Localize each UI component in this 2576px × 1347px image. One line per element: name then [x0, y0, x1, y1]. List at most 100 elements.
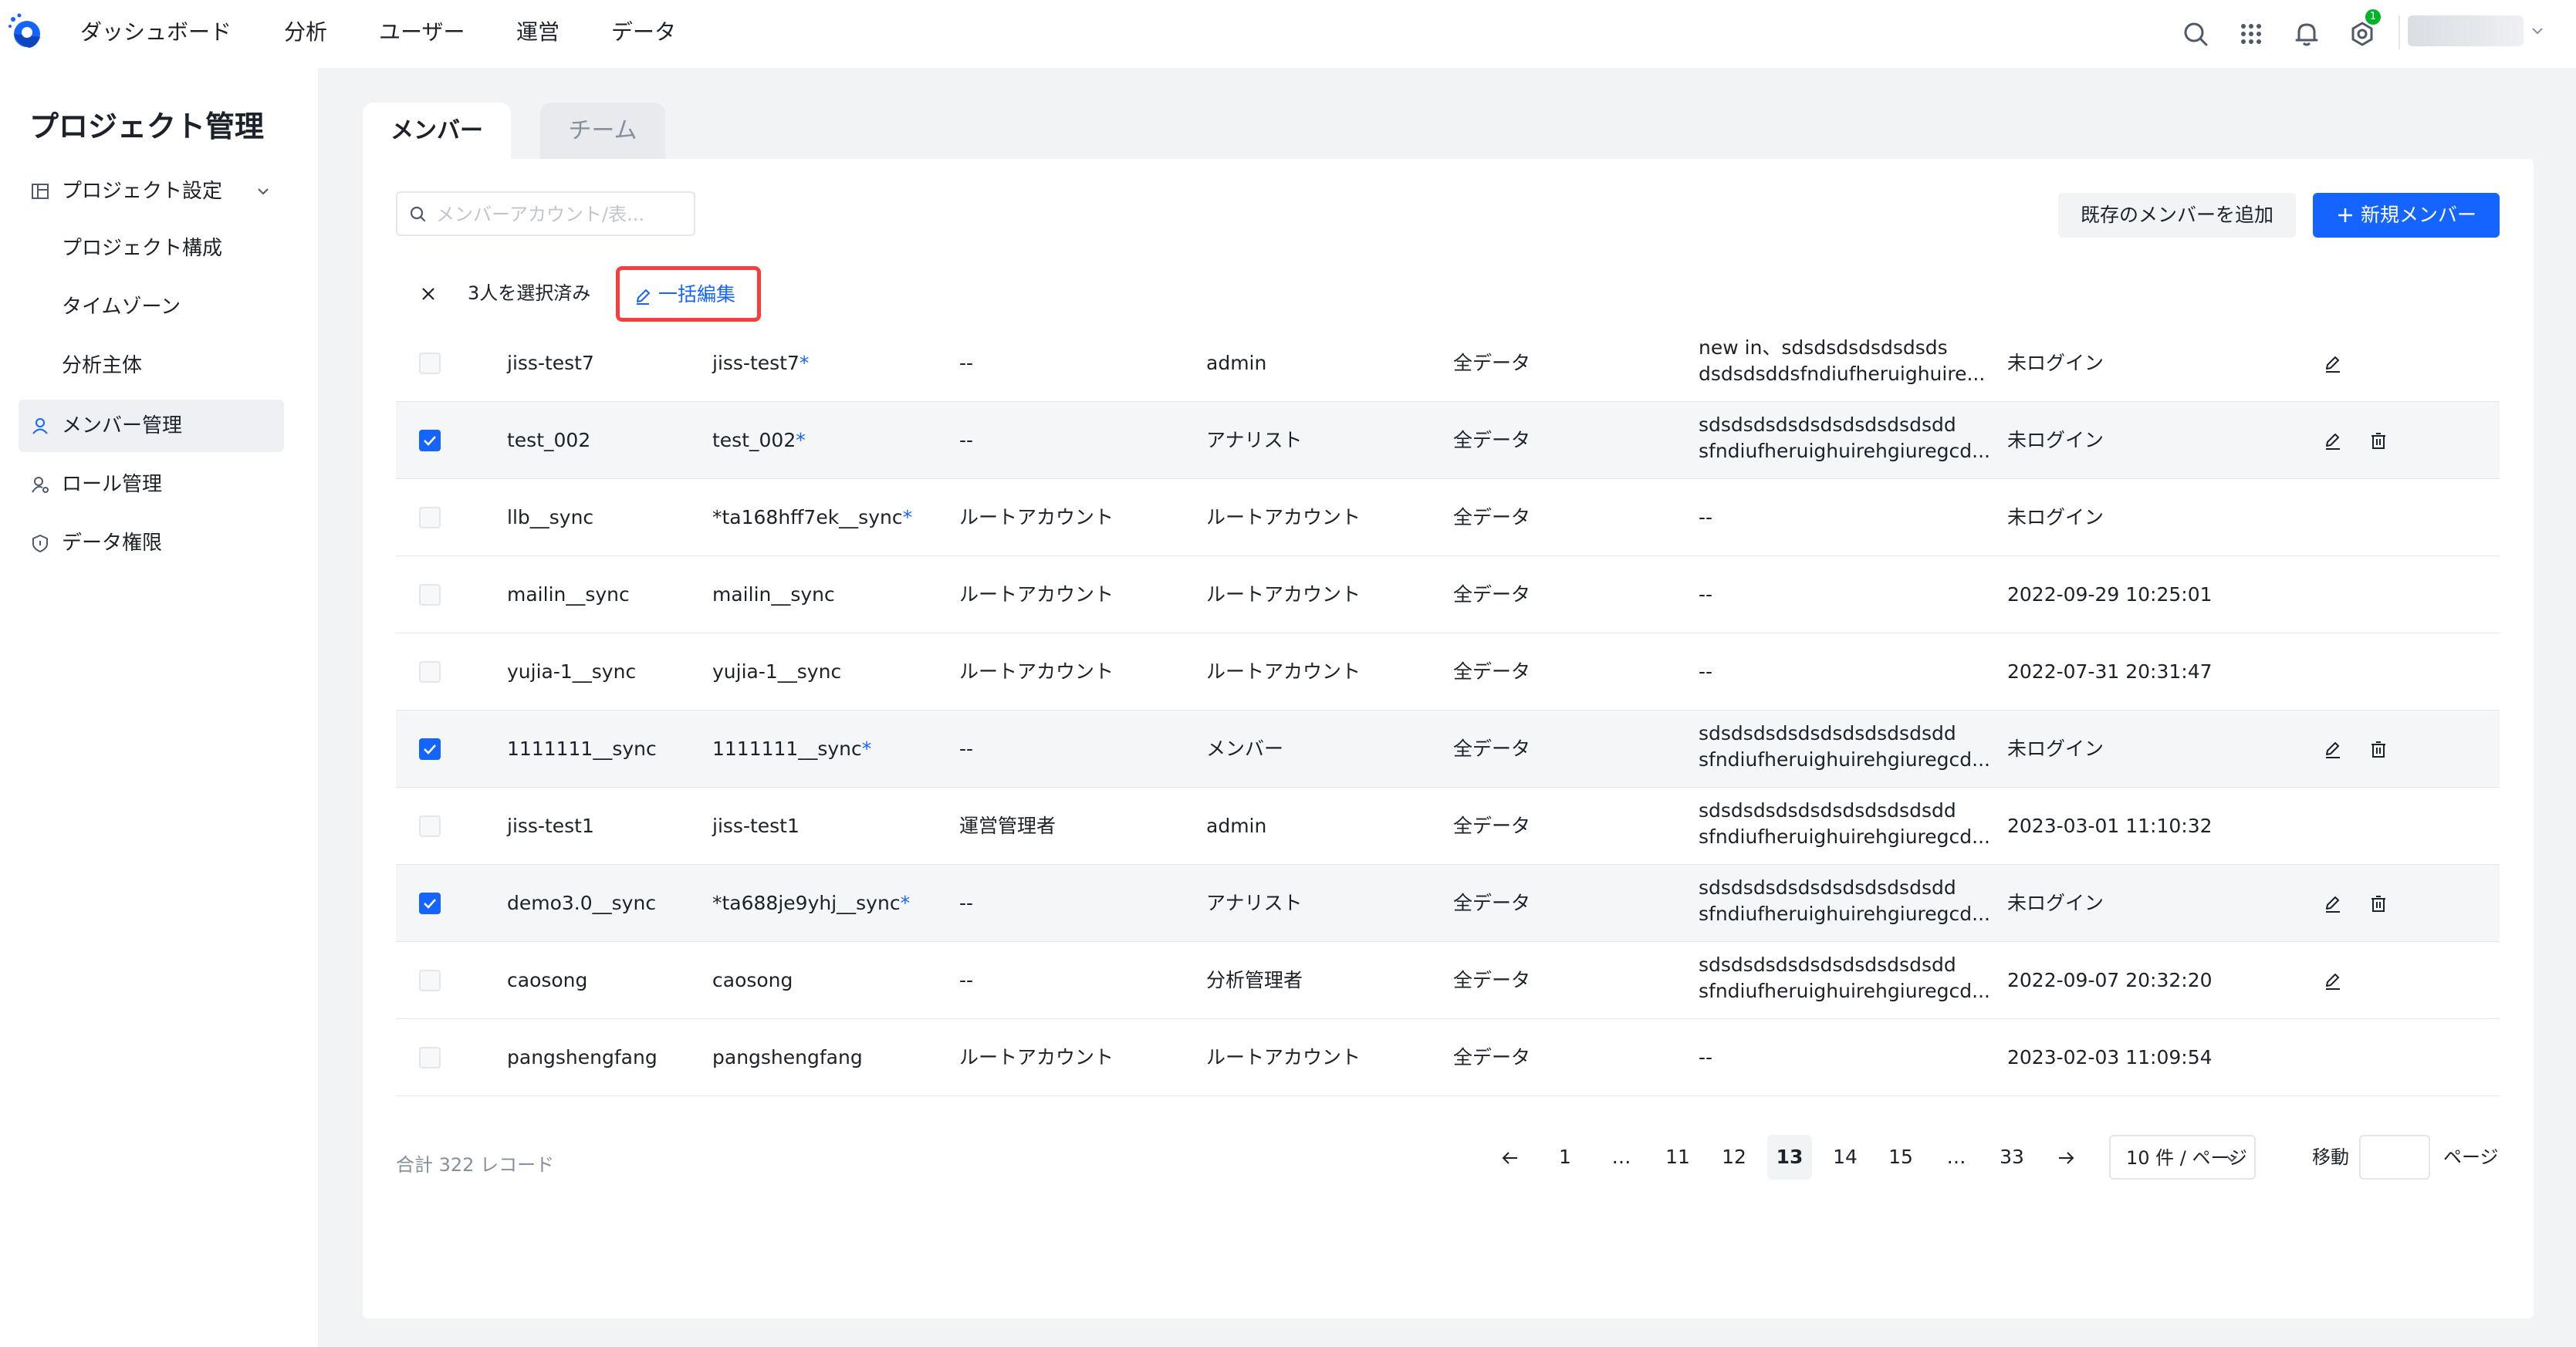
- remark-line: sfndiufheruighuirehgiuregcd...: [1699, 748, 1990, 771]
- edit-icon[interactable]: [2323, 894, 2343, 914]
- cell-name: caosong: [507, 969, 588, 991]
- row-checkbox[interactable]: [419, 507, 441, 528]
- cell-remark: --: [1699, 506, 1713, 528]
- remark-line: sdsdsdsdsdsdsdsdsdsdsdd: [1699, 954, 1956, 976]
- account-text: caosong: [712, 969, 793, 991]
- page-size-select[interactable]: 10 件 / ページ: [2109, 1135, 2256, 1180]
- cell-name: 1111111__sync: [507, 738, 657, 760]
- table-row: caosong caosong -- 分析管理者 全データ sdsdsdsdsdsdsds…: [396, 942, 2500, 1019]
- nav-dashboard[interactable]: ダッシュボード: [80, 17, 232, 48]
- cell-role: アナリスト: [1206, 429, 1303, 451]
- pagination-page[interactable]: 14: [1823, 1135, 1868, 1180]
- sidebar-item-project-settings[interactable]: プロジェクト設定: [19, 165, 284, 218]
- account-text: 1111111__sync: [712, 738, 862, 760]
- add-existing-member-button[interactable]: 既存のメンバーを追加: [2058, 193, 2296, 238]
- user-name-blurred[interactable]: [2408, 15, 2524, 46]
- nav-operations[interactable]: 運営: [516, 17, 559, 48]
- table-row: pangshengfang pangshengfang ルートアカウント ルートアカウ…: [396, 1019, 2500, 1096]
- app-logo-icon[interactable]: [6, 11, 45, 56]
- cell-remark: --: [1699, 1046, 1713, 1068]
- close-icon[interactable]: [418, 283, 439, 305]
- next-page-arrow-icon[interactable]: [2056, 1148, 2076, 1168]
- cell-account: jiss-test7*: [712, 349, 809, 377]
- row-checkbox[interactable]: [419, 661, 441, 683]
- row-checkbox[interactable]: [419, 430, 441, 451]
- cell-last-login: 2023-02-03 11:09:54: [2007, 1046, 2213, 1068]
- goto-page-input[interactable]: [2359, 1135, 2430, 1180]
- total-records: 合計 322 レコード: [396, 1154, 555, 1176]
- pagination-ellipsis[interactable]: …: [1934, 1135, 1979, 1180]
- cell-remark: --: [1699, 660, 1713, 683]
- pagination-page[interactable]: 1: [1543, 1135, 1587, 1180]
- edit-pen-icon: [634, 287, 652, 306]
- nav-analysis[interactable]: 分析: [284, 17, 327, 48]
- edit-icon[interactable]: [2323, 431, 2343, 451]
- chevron-down-icon[interactable]: [254, 182, 272, 201]
- cell-remark: sdsdsdsdsdsdsdsdsdsdsdd sfndiufheruighuir…: [1699, 798, 1990, 850]
- search-icon[interactable]: [2176, 15, 2215, 53]
- cell-column3: ルートアカウント: [959, 1046, 1114, 1068]
- tab-members[interactable]: メンバー: [363, 103, 511, 159]
- delete-trash-icon[interactable]: [2368, 431, 2388, 451]
- sidebar: プロジェクト管理 プロジェクト設定 プロジェクト構成 タイムゾーン 分析主体 メ…: [0, 68, 318, 1347]
- delete-trash-icon[interactable]: [2368, 740, 2388, 760]
- plus-icon: [2336, 206, 2355, 224]
- edit-icon[interactable]: [2323, 354, 2343, 374]
- new-member-label: 新規メンバー: [2361, 204, 2477, 226]
- cell-account: test_002*: [712, 427, 806, 454]
- row-checkbox[interactable]: [419, 738, 441, 760]
- cell-name: mailin__sync: [507, 583, 630, 606]
- cell-name: jiss-test7: [507, 352, 594, 374]
- pagination-page[interactable]: 13: [1767, 1135, 1812, 1180]
- nav-data[interactable]: データ: [611, 17, 676, 48]
- cell-name: test_002: [507, 429, 591, 451]
- sidebar-item-label: メンバー管理: [62, 414, 183, 437]
- selected-count: 3人を選択済み: [468, 282, 591, 304]
- sidebar-item-label: データ権限: [62, 532, 163, 555]
- remark-line: new in、sdsdsdsdsdsdsds: [1699, 336, 1948, 359]
- cell-last-login: 未ログイン: [2007, 892, 2104, 914]
- chevron-down-icon[interactable]: [2528, 22, 2547, 40]
- row-checkbox[interactable]: [419, 353, 441, 374]
- tab-team[interactable]: チーム: [540, 103, 665, 159]
- sidebar-subitem-project-config[interactable]: プロジェクト構成: [62, 235, 222, 262]
- row-checkbox[interactable]: [419, 815, 441, 837]
- pagination-page[interactable]: 12: [1712, 1135, 1756, 1180]
- sidebar-item-role-management[interactable]: ロール管理: [19, 458, 284, 511]
- remark-line: sdsdsdsdsdsdsdsdsdsdsdd: [1699, 876, 1956, 899]
- sidebar-item-member-management[interactable]: メンバー管理: [19, 400, 284, 452]
- sidebar-subitem-analysis-entity[interactable]: 分析主体: [62, 352, 142, 380]
- check-icon: [424, 744, 436, 755]
- sidebar-item-data-permission[interactable]: データ権限: [19, 517, 284, 569]
- sidebar-subitem-timezone[interactable]: タイムゾーン: [62, 293, 181, 321]
- cell-column3: ルートアカウント: [959, 660, 1114, 683]
- row-checkbox[interactable]: [419, 584, 441, 606]
- account-text: *ta168hff7ek__sync: [712, 506, 903, 528]
- bulk-edit-button[interactable]: 一括編集: [616, 266, 761, 322]
- pagination-page[interactable]: 33: [1989, 1135, 2034, 1180]
- new-member-button[interactable]: 新規メンバー: [2313, 193, 2500, 238]
- pagination-ellipsis[interactable]: …: [1599, 1135, 1644, 1180]
- cell-column3: 運営管理者: [959, 815, 1056, 837]
- cell-data-scope: 全データ: [1453, 1046, 1531, 1068]
- prev-page-arrow-icon[interactable]: [1500, 1148, 1520, 1168]
- edit-icon[interactable]: [2323, 971, 2343, 991]
- nav-users[interactable]: ユーザー: [379, 17, 465, 48]
- row-checkbox[interactable]: [419, 1047, 441, 1068]
- delete-trash-icon[interactable]: [2368, 894, 2388, 914]
- apps-grid-icon[interactable]: [2232, 15, 2270, 53]
- cell-last-login: 2023-03-01 11:10:32: [2007, 815, 2213, 837]
- pagination-page[interactable]: 15: [1878, 1135, 1923, 1180]
- cell-data-scope: 全データ: [1453, 892, 1531, 914]
- cell-column3: --: [959, 429, 974, 451]
- bell-icon[interactable]: [2287, 15, 2326, 53]
- table-row: test_002 test_002* -- アナリスト 全データ sdsdsdsdsdsd…: [396, 402, 2500, 479]
- table-row: jiss-test1 jiss-test1 運営管理者 admin 全データ sdsdsd…: [396, 788, 2500, 865]
- edit-icon[interactable]: [2323, 740, 2343, 760]
- pagination-page[interactable]: 11: [1655, 1135, 1700, 1180]
- row-checkbox[interactable]: [419, 893, 441, 914]
- member-search-input[interactable]: [434, 197, 689, 231]
- cell-remark: sdsdsdsdsdsdsdsdsdsdsdd sfndiufheruighuir…: [1699, 721, 1990, 773]
- cell-role: admin: [1206, 815, 1267, 837]
- row-checkbox[interactable]: [419, 970, 441, 991]
